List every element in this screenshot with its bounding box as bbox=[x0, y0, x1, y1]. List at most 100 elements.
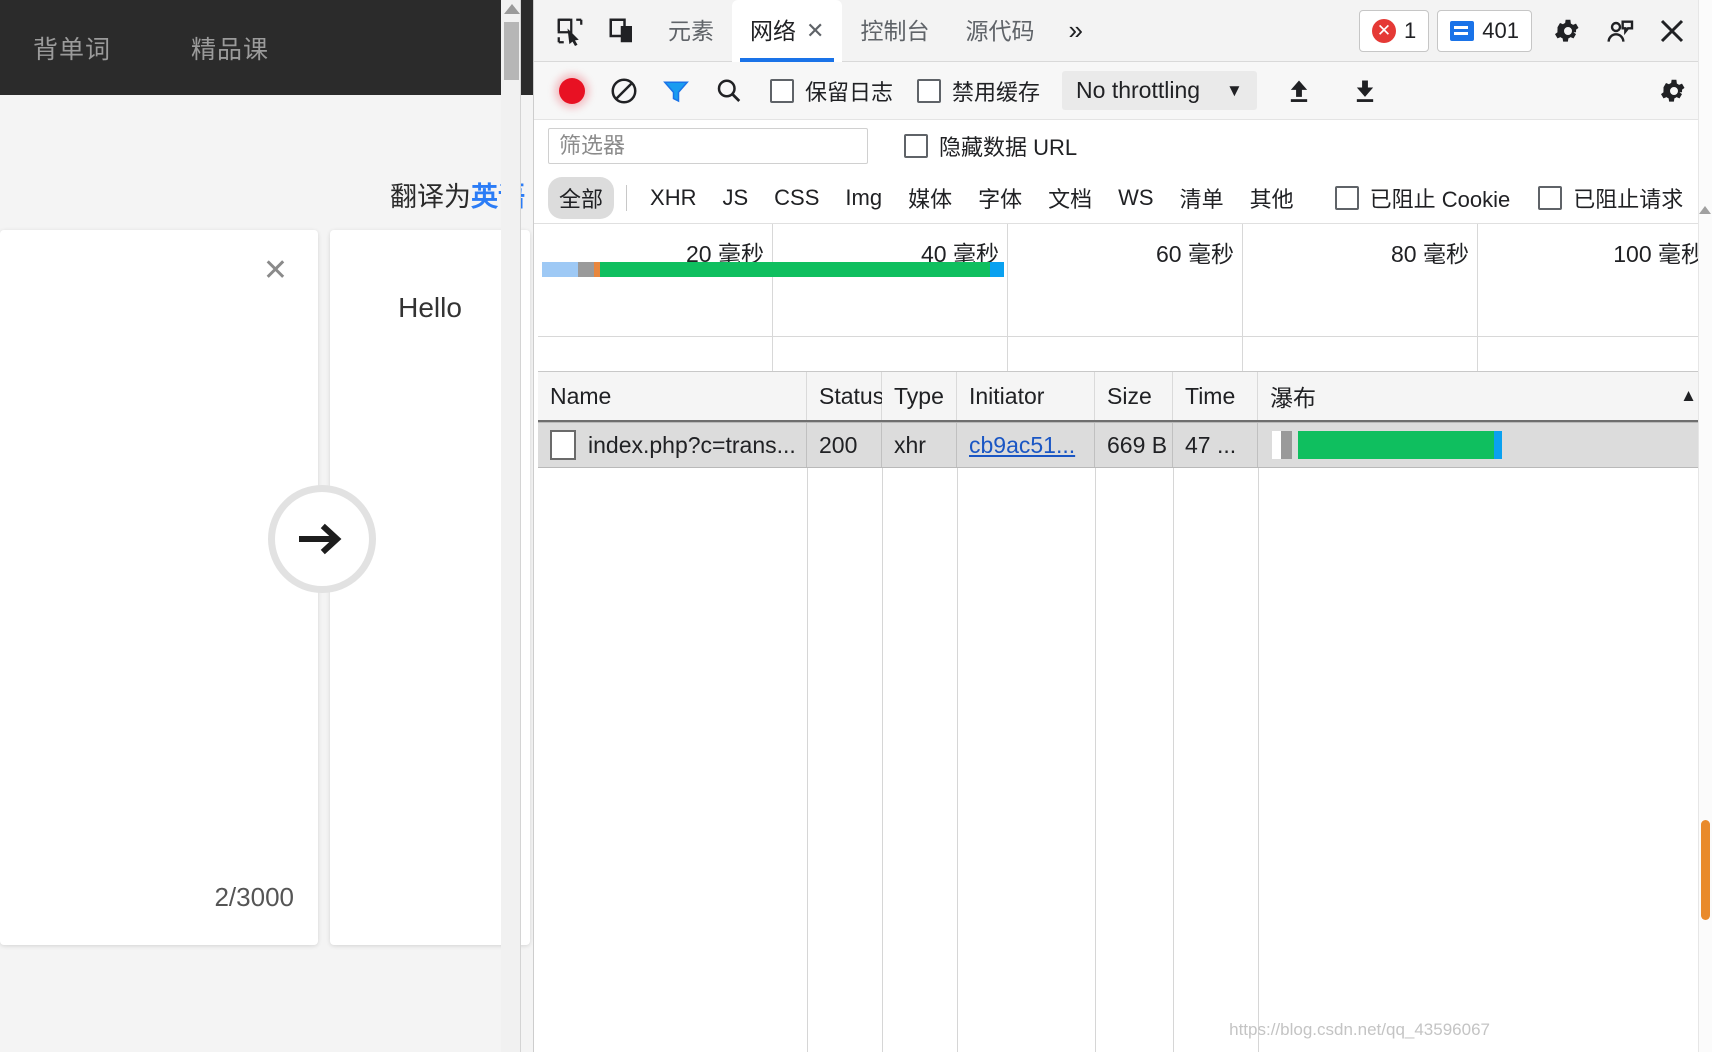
type-chip-media[interactable]: 媒体 bbox=[897, 177, 963, 219]
page-scrollbar-thumb[interactable] bbox=[504, 22, 519, 80]
export-har-icon[interactable] bbox=[1341, 67, 1389, 115]
type-chip-ws[interactable]: WS bbox=[1107, 180, 1164, 216]
blocked-requests-checkbox[interactable]: 已阻止请求 bbox=[1538, 182, 1683, 214]
column-header-size[interactable]: Size bbox=[1095, 372, 1173, 420]
type-chip-img[interactable]: Img bbox=[834, 180, 893, 216]
network-settings-gear-icon[interactable] bbox=[1650, 67, 1698, 115]
initiator-link[interactable]: cb9ac51... bbox=[969, 432, 1075, 459]
cell-type: xhr bbox=[882, 423, 957, 467]
type-chip-manifest[interactable]: 清单 bbox=[1169, 177, 1235, 219]
column-header-name[interactable]: Name bbox=[538, 372, 807, 420]
more-tabs-icon[interactable]: » bbox=[1052, 15, 1098, 46]
checkbox-icon bbox=[917, 79, 941, 103]
cell-time: 47 ... bbox=[1173, 423, 1258, 467]
filter-input[interactable] bbox=[548, 128, 868, 164]
scroll-up-arrow-icon[interactable] bbox=[504, 4, 520, 14]
translate-prompt-prefix: 翻译为 bbox=[390, 182, 471, 212]
gear-icon[interactable] bbox=[1544, 7, 1592, 55]
arrow-right-icon bbox=[299, 522, 345, 556]
type-chip-doc[interactable]: 文档 bbox=[1037, 177, 1103, 219]
column-header-waterfall-label: 瀑布 bbox=[1270, 379, 1316, 413]
table-header-row: Name Status Type Initiator Size Time 瀑布 … bbox=[538, 372, 1712, 422]
network-overview-timeline[interactable]: 20 毫秒 40 毫秒 60 毫秒 80 毫秒 100 毫秒 bbox=[538, 224, 1712, 372]
close-devtools-icon[interactable] bbox=[1648, 7, 1696, 55]
import-har-icon[interactable] bbox=[1275, 67, 1323, 115]
overview-segment-waiting bbox=[600, 262, 990, 277]
flashcard-input-card: ✕ 2/3000 bbox=[0, 230, 318, 945]
table-row[interactable]: index.php?c=trans... 200 xhr cb9ac51... … bbox=[538, 422, 1712, 468]
tab-elements[interactable]: 元素 bbox=[650, 0, 732, 62]
throttle-select[interactable]: No throttling ▼ bbox=[1062, 71, 1257, 110]
flashcard-result-card: Hello bbox=[330, 230, 530, 945]
character-counter: 2/3000 bbox=[214, 882, 294, 913]
waterfall-segment-stalled bbox=[1281, 431, 1292, 459]
cell-status: 200 bbox=[807, 423, 882, 467]
checkbox-icon bbox=[770, 79, 794, 103]
close-icon[interactable]: ✕ bbox=[263, 256, 288, 286]
tab-network-close-icon[interactable]: ✕ bbox=[806, 0, 824, 62]
blocked-requests-label: 已阻止请求 bbox=[1573, 182, 1683, 214]
blocked-cookies-checkbox[interactable]: 已阻止 Cookie bbox=[1335, 182, 1511, 214]
tab-console[interactable]: 控制台 bbox=[842, 0, 947, 62]
devtools-scrollbar-thumb[interactable] bbox=[1701, 820, 1710, 920]
message-icon bbox=[1450, 21, 1474, 41]
overview-tick-label: 100 毫秒 bbox=[1613, 235, 1704, 269]
page-scrollbar[interactable] bbox=[501, 0, 521, 1052]
overview-segment-stalled bbox=[578, 262, 594, 277]
record-stop-icon[interactable] bbox=[548, 67, 596, 115]
clear-icon[interactable] bbox=[600, 67, 648, 115]
error-icon: ✕ bbox=[1372, 19, 1396, 43]
tab-network[interactable]: 网络 ✕ bbox=[732, 0, 842, 62]
row-checkbox-icon[interactable] bbox=[550, 430, 576, 460]
column-header-waterfall[interactable]: 瀑布 ▲ bbox=[1258, 372, 1712, 420]
column-header-status[interactable]: Status bbox=[807, 372, 882, 420]
next-arrow-button[interactable] bbox=[268, 485, 376, 593]
user-flow-icon[interactable] bbox=[1596, 7, 1644, 55]
info-count-badge[interactable]: 401 bbox=[1437, 10, 1532, 52]
column-header-type[interactable]: Type bbox=[882, 372, 957, 420]
web-page-viewport: 背单词 精品课 翻译为英语 ✕ 2/3000 Hello bbox=[0, 0, 533, 1052]
overview-tick: 60 毫秒 bbox=[1008, 224, 1243, 371]
tab-sources[interactable]: 源代码 bbox=[947, 0, 1052, 62]
tab-network-label: 网络 bbox=[750, 0, 796, 62]
hide-data-urls-label: 隐藏数据 URL bbox=[939, 130, 1077, 162]
checkbox-icon bbox=[904, 134, 928, 158]
resource-type-filter-row: 全部 XHR JS CSS Img 媒体 字体 文档 WS 清单 其他 已阻止 … bbox=[534, 172, 1712, 224]
cell-name[interactable]: index.php?c=trans... bbox=[538, 423, 807, 467]
preserve-log-label: 保留日志 bbox=[805, 75, 893, 107]
column-divider bbox=[1173, 468, 1174, 1052]
nav-item-recite-words[interactable]: 背单词 bbox=[33, 30, 111, 66]
column-header-time[interactable]: Time bbox=[1173, 372, 1258, 420]
hide-data-urls-checkbox[interactable]: 隐藏数据 URL bbox=[904, 130, 1077, 162]
filter-funnel-icon[interactable] bbox=[652, 67, 700, 115]
inspect-element-icon[interactable] bbox=[546, 7, 594, 55]
page-body: 翻译为英语 ✕ 2/3000 Hello bbox=[0, 95, 533, 1052]
column-divider bbox=[1095, 468, 1096, 1052]
cell-name-label: index.php?c=trans... bbox=[588, 432, 796, 459]
type-chip-other[interactable]: 其他 bbox=[1239, 177, 1305, 219]
type-chip-css[interactable]: CSS bbox=[763, 180, 830, 216]
type-chip-xhr[interactable]: XHR bbox=[639, 180, 707, 216]
devtools-panel: 元素 网络 ✕ 控制台 源代码 » ✕ 1 401 bbox=[533, 0, 1712, 1052]
overview-tick-label: 60 毫秒 bbox=[1156, 235, 1234, 269]
disable-cache-label: 禁用缓存 bbox=[952, 75, 1040, 107]
scroll-up-arrow-icon[interactable] bbox=[1699, 206, 1711, 214]
column-divider bbox=[807, 468, 808, 1052]
nav-item-premium-course[interactable]: 精品课 bbox=[191, 30, 269, 66]
overview-segment-queue bbox=[542, 262, 578, 277]
overview-tick-label: 80 毫秒 bbox=[1391, 235, 1469, 269]
type-chip-js[interactable]: JS bbox=[711, 180, 759, 216]
cell-initiator[interactable]: cb9ac51... bbox=[957, 423, 1095, 467]
checkbox-icon bbox=[1335, 186, 1359, 210]
devtools-tabbar: 元素 网络 ✕ 控制台 源代码 » ✕ 1 401 bbox=[534, 0, 1712, 62]
error-count-badge[interactable]: ✕ 1 bbox=[1359, 10, 1429, 52]
waterfall-segment-download bbox=[1494, 431, 1502, 459]
device-toolbar-icon[interactable] bbox=[598, 7, 646, 55]
preserve-log-checkbox[interactable]: 保留日志 bbox=[770, 75, 893, 107]
page-navbar: 背单词 精品课 bbox=[0, 0, 533, 95]
search-icon[interactable] bbox=[704, 67, 752, 115]
type-chip-all[interactable]: 全部 bbox=[548, 177, 614, 219]
column-header-initiator[interactable]: Initiator bbox=[957, 372, 1095, 420]
disable-cache-checkbox[interactable]: 禁用缓存 bbox=[917, 75, 1040, 107]
type-chip-font[interactable]: 字体 bbox=[967, 177, 1033, 219]
